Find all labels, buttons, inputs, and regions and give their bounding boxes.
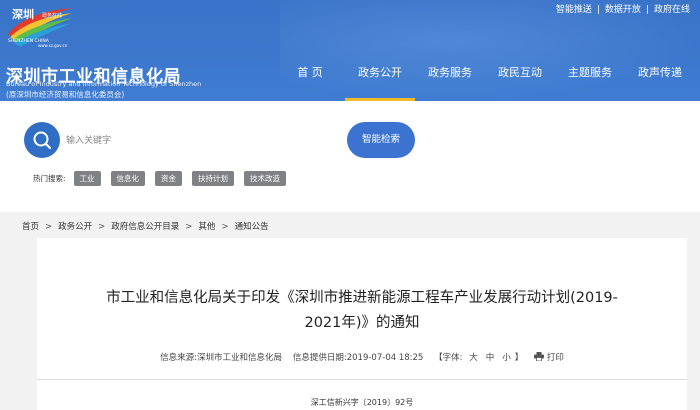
breadcrumb-notices[interactable]: 通知公告 xyxy=(235,222,269,232)
svg-text:www.sz.gov.cn: www.sz.gov.cn xyxy=(38,43,68,48)
article-title: 市工业和信息化局关于印发《深圳市推进新能源工程车产业发展行动计划(2019- 2… xyxy=(37,286,687,336)
top-link-separator: | xyxy=(596,5,600,15)
site-header: 智能推送 | 数据开放 | 政府在线 深圳 政务在线 SHENZHEN CHINA ww… xyxy=(0,0,700,101)
hot-tag-informatization[interactable]: 信息化 xyxy=(110,171,146,186)
search-icon-button[interactable] xyxy=(24,122,60,158)
main-nav: 首 页 政务公开 政务服务 政民互动 主题服务 政声传递 xyxy=(275,56,695,101)
top-links: 智能推送 | 数据开放 | 政府在线 xyxy=(556,2,690,15)
date-label: 信息提供日期: xyxy=(292,353,347,363)
meta-divider xyxy=(37,379,687,380)
article-title-line: 市工业和信息化局关于印发《深圳市推进新能源工程车产业发展行动计划(2019- xyxy=(106,290,618,306)
breadcrumb-separator: > xyxy=(221,222,229,232)
nav-item-gov-voice[interactable]: 政声传递 xyxy=(625,56,695,101)
date-value: 2019-07-04 18:25 xyxy=(346,353,424,363)
logo-emblem-icon: 深圳 政务在线 SHENZHEN CHINA www.sz.gov.cn xyxy=(8,7,72,48)
hot-tag-tech-upgrade[interactable]: 技术改造 xyxy=(244,171,287,186)
nav-item-interaction[interactable]: 政民互动 xyxy=(485,56,555,101)
breadcrumb-directory[interactable]: 政府信息公开目录 xyxy=(111,222,179,232)
article-title-line: 2021年)》的通知 xyxy=(304,315,420,331)
top-link-smart-push[interactable]: 智能推送 xyxy=(556,5,592,15)
nav-item-gov-affairs-public[interactable]: 政务公开 xyxy=(345,56,415,101)
nav-item-topic-services[interactable]: 主题服务 xyxy=(555,56,625,101)
breadcrumb-separator: > xyxy=(185,222,193,232)
breadcrumb-home[interactable]: 首页 xyxy=(22,222,39,232)
hot-searches: 热门搜索: 工业 信息化 资金 扶持计划 技术改造 xyxy=(33,171,296,186)
print-button[interactable]: 打印 xyxy=(534,352,564,363)
font-size-small-button[interactable]: 小 xyxy=(502,353,511,363)
hot-search-label: 热门搜索: xyxy=(33,174,66,183)
printer-icon xyxy=(534,352,545,362)
nav-item-home[interactable]: 首 页 xyxy=(275,56,345,101)
site-subtitle-english: Bureau of Industry and Information Techn… xyxy=(6,80,202,88)
font-size-label: 【字体: xyxy=(434,353,463,363)
top-link-gov-online[interactable]: 政府在线 xyxy=(654,5,690,15)
breadcrumb: 首页 > 政务公开 > 政府信息公开目录 > 其他 > 通知公告 xyxy=(22,220,269,232)
hot-tag-industry[interactable]: 工业 xyxy=(73,171,101,186)
nav-item-gov-services[interactable]: 政务服务 xyxy=(415,56,485,101)
document-number: 深工信新兴字〔2019〕92号 xyxy=(310,398,414,407)
font-size-large-button[interactable]: 大 xyxy=(469,353,478,363)
top-link-open-data[interactable]: 数据开放 xyxy=(605,5,641,15)
hot-tag-funds[interactable]: 资金 xyxy=(155,171,183,186)
search-input[interactable] xyxy=(64,125,358,157)
breadcrumb-other[interactable]: 其他 xyxy=(198,222,215,232)
svg-text:深圳: 深圳 xyxy=(12,7,34,21)
font-size-close: 】 xyxy=(514,353,524,363)
svg-text:政务在线: 政务在线 xyxy=(42,12,62,19)
article-meta: 信息来源:深圳市工业和信息化局 信息提供日期:2019-07-04 18:25 … xyxy=(37,351,687,363)
breadcrumb-separator: > xyxy=(45,222,53,232)
top-link-separator: | xyxy=(645,5,649,15)
hot-tag-support-plan[interactable]: 扶持计划 xyxy=(192,171,235,186)
breadcrumb-gov-public[interactable]: 政务公开 xyxy=(58,222,92,232)
article-card: 市工业和信息化局关于印发《深圳市推进新能源工程车产业发展行动计划(2019- 2… xyxy=(37,238,687,410)
site-logo[interactable]: 深圳 政务在线 SHENZHEN CHINA www.sz.gov.cn xyxy=(6,4,76,48)
print-label: 打印 xyxy=(546,353,564,363)
source-value: 深圳市工业和信息化局 xyxy=(197,353,283,363)
search-icon xyxy=(33,131,52,150)
font-size-medium-button[interactable]: 中 xyxy=(486,353,495,363)
source-label: 信息来源: xyxy=(160,353,198,363)
search-bar: 智能检索 xyxy=(24,122,415,158)
site-subtitle-chinese: (原深圳市经济贸易和信息化委员会) xyxy=(6,90,125,99)
breadcrumb-separator: > xyxy=(98,222,106,232)
smart-search-button[interactable]: 智能检索 xyxy=(347,122,415,158)
